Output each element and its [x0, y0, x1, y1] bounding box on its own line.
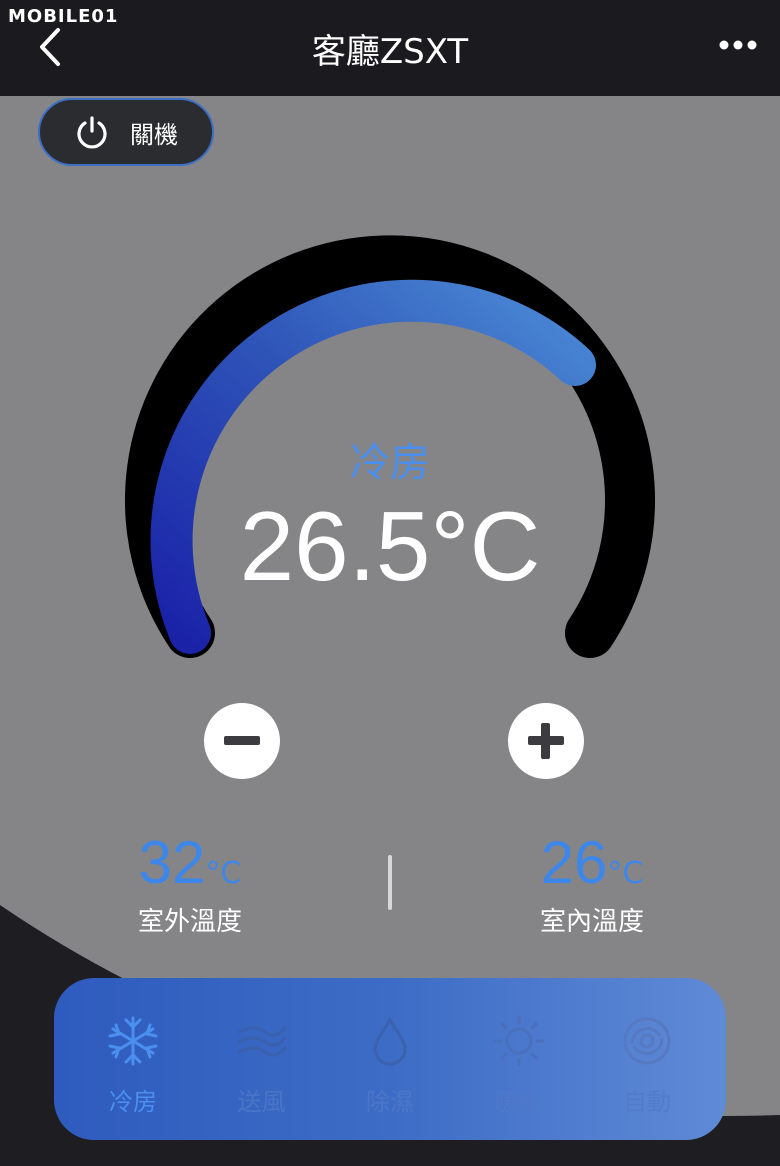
minus-icon — [224, 736, 260, 745]
plus-icon — [528, 723, 564, 759]
mode-heat-button[interactable]: 暖房 — [464, 978, 574, 1140]
outdoor-temperature: 32°C 室外溫度 — [70, 828, 310, 938]
mode-selector: 冷房 送風 除濕 暖房 自動 — [54, 978, 726, 1140]
increase-temperature-button[interactable] — [508, 703, 584, 779]
mode-fan-button[interactable]: 送風 — [207, 978, 317, 1140]
outdoor-temp-value: 32 — [138, 829, 206, 896]
wind-icon — [237, 1026, 286, 1057]
current-mode-label: 冷房 — [350, 440, 430, 486]
decrease-temperature-button[interactable] — [204, 703, 280, 779]
readings-divider — [388, 855, 392, 910]
outdoor-temp-label: 室外溫度 — [137, 907, 242, 937]
sun-icon — [493, 1015, 544, 1067]
auto-swirl-icon — [623, 1017, 671, 1065]
mode-dry-label: 除濕 — [366, 1088, 414, 1116]
indoor-temp-unit: °C — [607, 856, 644, 891]
indoor-temperature: 26°C 室內溫度 — [472, 828, 712, 938]
indoor-temp-value: 26 — [540, 829, 608, 896]
outdoor-temp-unit: °C — [205, 856, 242, 891]
mode-cool-label: 冷房 — [109, 1088, 157, 1116]
mode-auto-button[interactable]: 自動 — [592, 978, 702, 1140]
snowflake-icon — [108, 1016, 158, 1066]
mode-heat-label: 暖房 — [494, 1088, 543, 1116]
target-temperature: 26.5°C — [239, 491, 541, 601]
indoor-temp-label: 室內溫度 — [539, 907, 644, 937]
mode-fan-label: 送風 — [237, 1088, 286, 1116]
mode-auto-label: 自動 — [623, 1088, 671, 1116]
droplet-icon — [373, 1017, 407, 1066]
mode-cool-button[interactable]: 冷房 — [78, 978, 188, 1140]
mode-dry-button[interactable]: 除濕 — [335, 978, 445, 1140]
